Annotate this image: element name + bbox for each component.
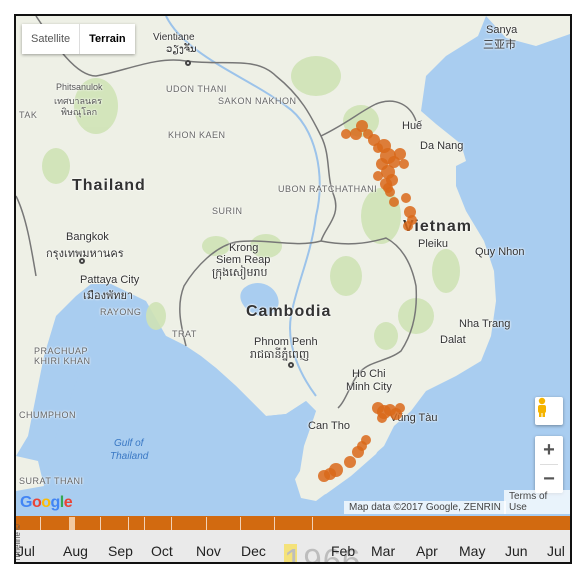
city-label-sanya-local: 三亚市 <box>483 39 516 51</box>
city-dot-vientiane <box>185 60 191 66</box>
province-label-rayong: RAYONG <box>100 307 142 317</box>
city-dot-bangkok <box>79 258 85 264</box>
timeline-month: Jul <box>547 543 565 559</box>
city-label-minh-city: Minh City <box>346 381 392 393</box>
street-view-pegman-button[interactable] <box>535 397 563 425</box>
map-canvas[interactable]: Vientiane ວຽງຈັນ Phitsanulok เทศบาลนคร พ… <box>16 16 570 516</box>
timeline-month: Mar <box>371 543 396 559</box>
map-data-attribution: Map data ©2017 Google, ZENRIN <box>344 501 506 514</box>
country-label-cambodia: Cambodia <box>246 303 332 320</box>
water-label-gulf-of: Gulf of <box>114 438 144 449</box>
province-label-ubon: UBON RATCHATHANI <box>278 184 378 194</box>
city-label-krong: Krong <box>229 242 259 254</box>
city-label-pattaya-local: เมืองพัทยา <box>83 290 134 302</box>
timeline-month: Nov <box>196 543 221 559</box>
province-label-trat: TRAT <box>172 329 197 339</box>
timeline-month: Jul <box>17 543 35 559</box>
timeline-month: Aug <box>63 543 88 559</box>
timeline-event-bar[interactable] <box>16 516 570 530</box>
timeline-month-axis: 1966 Jul Aug Sep Oct Nov Dec Feb Mar Apr… <box>16 530 570 562</box>
map-type-satellite-button[interactable]: Satellite <box>22 24 79 54</box>
city-label-vung-tau: Vũng Tàu <box>390 412 438 424</box>
city-label-da-nang: Da Nang <box>420 140 464 152</box>
timeline-month: Feb <box>331 543 356 559</box>
zoom-in-button[interactable]: + <box>535 436 563 464</box>
timeline-month: Oct <box>151 543 173 559</box>
map-type-terrain-button[interactable]: Terrain <box>79 24 134 54</box>
province-label-tak: TAK <box>19 110 38 120</box>
city-label-hue: Huế <box>402 120 423 132</box>
city-label-ho-chi: Ho Chi <box>352 368 386 380</box>
timeline-month: Apr <box>416 543 438 559</box>
google-logo[interactable]: Google <box>20 494 73 512</box>
zoom-control: + − <box>535 436 563 493</box>
city-label-pleiku: Pleiku <box>418 238 448 250</box>
city-label-phitsanulok-local2: พิษณุโลก <box>61 107 98 117</box>
city-label-phnom-penh: Phnom Penh <box>254 336 318 348</box>
timeline-month: May <box>459 543 486 559</box>
city-label-siem-reap: Siem Reap <box>216 254 271 266</box>
province-label-sakon-nakhon: SAKON NAKHON <box>218 96 297 106</box>
city-label-dalat: Dalat <box>440 334 466 346</box>
city-dot-phnom-penh <box>288 362 294 368</box>
city-label-bangkok: Bangkok <box>66 231 109 243</box>
zoom-out-button[interactable]: − <box>535 465 563 493</box>
city-label-vientiane-local: ວຽງຈັນ <box>166 44 197 55</box>
terms-of-use-link[interactable]: Terms of Use <box>504 490 570 514</box>
city-label-nha-trang: Nha Trang <box>459 318 511 330</box>
map-type-control: Satellite Terrain <box>22 24 135 54</box>
province-label-surin: SURIN <box>212 206 243 216</box>
city-label-quy-nhon: Quy Nhon <box>475 246 525 258</box>
city-label-sanya: Sanya <box>486 24 518 36</box>
country-label-vietnam: Vietnam <box>403 218 472 235</box>
timeline-month: Sep <box>108 543 133 559</box>
province-label-khon-kaen: KHON KAEN <box>168 130 226 140</box>
province-label-prachuap: PRACHUAP KHIRI KHAN <box>34 346 91 366</box>
map-widget-frame: Vientiane ວຽງຈັນ Phitsanulok เทศบาลนคร พ… <box>14 14 572 564</box>
city-label-phnom-penh-local: រាជធានីភ្នំពេញ <box>250 349 310 361</box>
country-label-thailand: Thailand <box>72 177 146 194</box>
timeline-month: Jun <box>505 543 528 559</box>
pegman-icon <box>538 397 546 417</box>
city-label-pattaya: Pattaya City <box>80 274 140 286</box>
city-label-vientiane: Vientiane <box>153 32 195 43</box>
city-label-siem-reap-local: ក្រុងសៀមរាប <box>212 267 268 279</box>
city-label-phitsanulok: Phitsanulok <box>56 82 103 92</box>
province-label-chumphon: CHUMPHON <box>19 410 76 420</box>
province-label-udon-thani: UDON THANI <box>166 84 227 94</box>
province-label-surat-thani: SURAT THANI <box>19 476 84 486</box>
city-label-can-tho: Can Tho <box>308 420 350 432</box>
timeline-panel[interactable]: Timeline © 1966 Jul Aug Sep Oct Nov Dec … <box>16 516 570 562</box>
timeline-month: Dec <box>241 543 266 559</box>
water-label-thailand: Thailand <box>110 451 149 462</box>
